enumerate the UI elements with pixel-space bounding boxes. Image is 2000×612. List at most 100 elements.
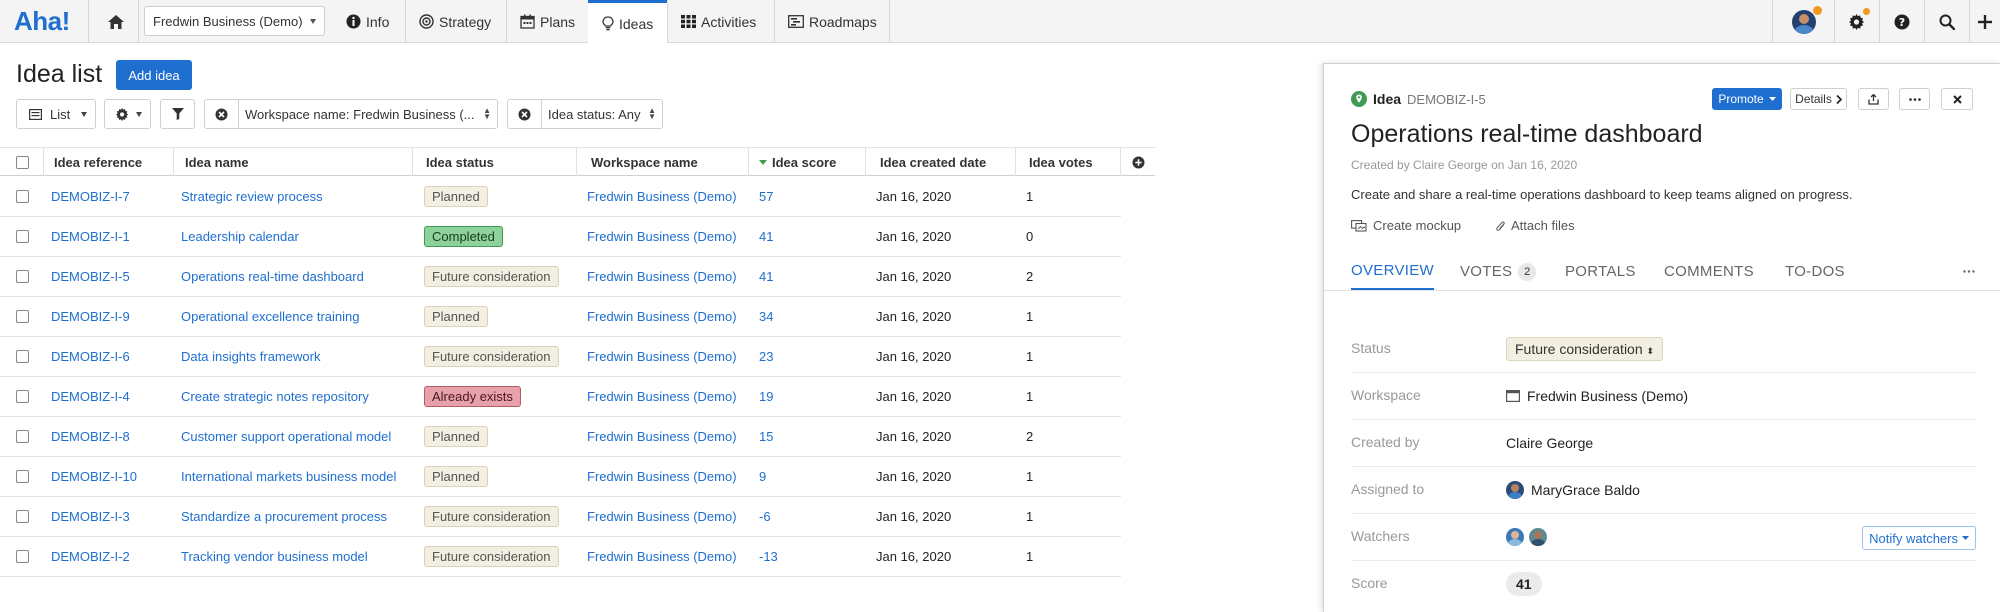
field-value[interactable]: Claire George: [1506, 430, 1593, 455]
cell-status[interactable]: Planned: [424, 177, 488, 216]
cell-status[interactable]: Completed: [424, 217, 503, 256]
field-value[interactable]: 41: [1506, 571, 1542, 596]
cell-workspace[interactable]: Fredwin Business (Demo): [587, 377, 737, 416]
status-badge[interactable]: Planned: [424, 306, 488, 327]
cell-reference[interactable]: DEMOBIZ-I-5: [51, 257, 130, 296]
help-button[interactable]: ?: [1879, 0, 1924, 43]
details-button[interactable]: Details: [1790, 88, 1847, 110]
select-all-checkbox[interactable]: [16, 155, 29, 169]
cell-workspace[interactable]: Fredwin Business (Demo): [587, 217, 737, 256]
tab-portals[interactable]: PORTALS: [1565, 252, 1636, 291]
table-row[interactable]: DEMOBIZ-I-5 Operations real-time dashboar…: [0, 257, 1121, 297]
field-value[interactable]: Fredwin Business (Demo): [1506, 383, 1688, 408]
settings-dropdown[interactable]: [104, 99, 151, 129]
cell-reference[interactable]: DEMOBIZ-I-3: [51, 497, 130, 536]
table-row[interactable]: DEMOBIZ-I-10 International markets busine…: [0, 457, 1121, 497]
tab-plans[interactable]: Plans: [506, 0, 589, 43]
row-checkbox[interactable]: [16, 350, 29, 363]
cell-workspace[interactable]: Fredwin Business (Demo): [587, 337, 737, 376]
cell-name[interactable]: Standardize a procurement process: [181, 497, 387, 536]
row-checkbox[interactable]: [16, 270, 29, 283]
cell-name[interactable]: International markets business model: [181, 457, 396, 496]
status-badge[interactable]: Planned: [424, 466, 488, 487]
status-badge[interactable]: Future consideration: [424, 346, 559, 367]
row-checkbox[interactable]: [16, 430, 29, 443]
cell-status[interactable]: Already exists: [424, 377, 521, 416]
settings-button[interactable]: [1834, 0, 1879, 43]
status-dropdown[interactable]: Future consideration ⬍: [1506, 336, 1664, 361]
workspace-selector[interactable]: Fredwin Business (Demo): [144, 6, 325, 36]
status-badge[interactable]: Future consideration: [424, 266, 559, 287]
column-header-status[interactable]: Idea status: [413, 148, 577, 176]
tab-comments[interactable]: COMMENTS: [1664, 252, 1754, 291]
cell-reference[interactable]: DEMOBIZ-I-7: [51, 177, 130, 216]
add-button[interactable]: [1969, 0, 2000, 43]
status-filter[interactable]: Idea status: Any ▲ ▼: [507, 99, 663, 129]
workspace-filter[interactable]: Workspace name: Fredwin Business (... ▲ ▼: [204, 99, 498, 129]
cell-workspace[interactable]: Fredwin Business (Demo): [587, 257, 737, 296]
table-row[interactable]: DEMOBIZ-I-8 Customer support operational …: [0, 417, 1121, 457]
cell-reference[interactable]: DEMOBIZ-I-10: [51, 457, 137, 496]
cell-score[interactable]: 19: [759, 377, 773, 416]
cell-score[interactable]: -6: [759, 497, 771, 536]
cell-name[interactable]: Tracking vendor business model: [181, 537, 368, 576]
cell-name[interactable]: Strategic review process: [181, 177, 323, 216]
table-row[interactable]: DEMOBIZ-I-6 Data insights framework Future…: [0, 337, 1121, 377]
cell-reference[interactable]: DEMOBIZ-I-9: [51, 297, 130, 336]
status-badge[interactable]: Future consideration: [424, 506, 559, 527]
row-checkbox[interactable]: [16, 550, 29, 563]
row-checkbox[interactable]: [16, 190, 29, 203]
cell-score[interactable]: 57: [759, 177, 773, 216]
idea-title[interactable]: Operations real-time dashboard: [1351, 120, 1703, 149]
attach-files-link[interactable]: Attach files: [1496, 218, 1575, 233]
cell-workspace[interactable]: Fredwin Business (Demo): [587, 297, 737, 336]
cell-status[interactable]: Future consideration: [424, 537, 559, 576]
close-button[interactable]: [1941, 88, 1973, 110]
row-checkbox[interactable]: [16, 470, 29, 483]
status-badge[interactable]: Planned: [424, 186, 488, 207]
field-value[interactable]: [1506, 524, 1547, 549]
column-header-workspace[interactable]: Workspace name: [577, 148, 749, 176]
column-header-created-date[interactable]: Idea created date: [866, 148, 1016, 176]
cell-name[interactable]: Customer support operational model: [181, 417, 391, 456]
filter-button[interactable]: [160, 99, 195, 129]
cell-status[interactable]: Planned: [424, 417, 488, 456]
tab-activities[interactable]: Activities: [667, 0, 770, 43]
table-row[interactable]: DEMOBIZ-I-3 Standardize a procurement pro…: [0, 497, 1121, 537]
status-badge[interactable]: Already exists: [424, 386, 521, 407]
column-header-votes[interactable]: Idea votes: [1016, 148, 1121, 176]
cell-workspace[interactable]: Fredwin Business (Demo): [587, 417, 737, 456]
cell-name[interactable]: Operational excellence training: [181, 297, 360, 336]
tab-ideas[interactable]: Ideas: [588, 0, 667, 44]
cell-workspace[interactable]: Fredwin Business (Demo): [587, 497, 737, 536]
cell-score[interactable]: 41: [759, 217, 773, 256]
tab-roadmaps[interactable]: Roadmaps: [774, 0, 891, 43]
idea-description[interactable]: Create and share a real-time operations …: [1351, 187, 1853, 202]
promote-button[interactable]: Promote: [1712, 88, 1782, 110]
row-checkbox[interactable]: [16, 390, 29, 403]
cell-status[interactable]: Future consideration: [424, 337, 559, 376]
notify-watchers-button[interactable]: Notify watchers: [1862, 526, 1976, 550]
table-row[interactable]: DEMOBIZ-I-4 Create strategic notes reposi…: [0, 377, 1121, 417]
column-header-reference[interactable]: Idea reference: [44, 148, 174, 176]
user-avatar-button[interactable]: [1772, 0, 1834, 43]
row-checkbox[interactable]: [16, 510, 29, 523]
status-badge[interactable]: Completed: [424, 226, 503, 247]
status-badge[interactable]: Future consideration: [424, 546, 559, 567]
cell-name[interactable]: Create strategic notes repository: [181, 377, 369, 416]
tab-to-dos[interactable]: TO-DOS: [1785, 252, 1845, 291]
cell-score[interactable]: 41: [759, 257, 773, 296]
cell-score[interactable]: 34: [759, 297, 773, 336]
search-button[interactable]: [1924, 0, 1969, 43]
remove-filter-button[interactable]: [205, 100, 239, 128]
cell-workspace[interactable]: Fredwin Business (Demo): [587, 537, 737, 576]
cell-reference[interactable]: DEMOBIZ-I-6: [51, 337, 130, 376]
create-mockup-link[interactable]: Create mockup: [1351, 218, 1461, 233]
cell-status[interactable]: Planned: [424, 297, 488, 336]
column-header-name[interactable]: Idea name: [174, 148, 413, 176]
table-row[interactable]: DEMOBIZ-I-2 Tracking vendor business mode…: [0, 537, 1121, 577]
cell-status[interactable]: Future consideration: [424, 497, 559, 536]
cell-score[interactable]: -13: [759, 537, 778, 576]
cell-reference[interactable]: DEMOBIZ-I-1: [51, 217, 130, 256]
tab-votes[interactable]: VOTES 2: [1460, 252, 1537, 291]
